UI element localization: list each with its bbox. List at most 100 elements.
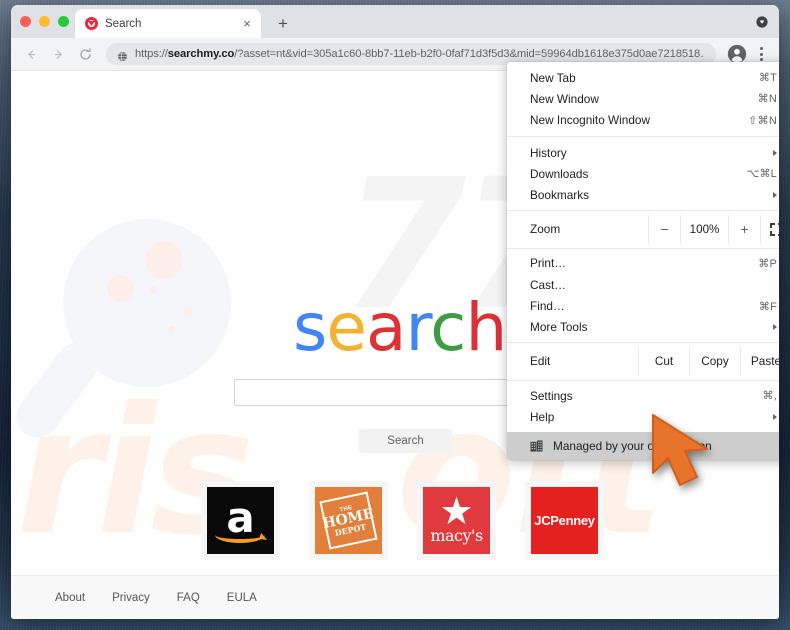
macys-logo-icon: ★ macy's	[423, 487, 490, 554]
orange-arrow-cursor	[647, 411, 725, 497]
menu-item-label: Cast…	[530, 277, 567, 292]
menu-item-cast[interactable]: Cast…	[507, 274, 779, 295]
magnifier-bubble	[149, 286, 157, 294]
submenu-arrow-icon	[773, 149, 777, 156]
tile-amazon[interactable]: a	[201, 481, 280, 560]
menu-item-shortcut: ⌘F	[758, 300, 777, 313]
zoom-out-button[interactable]: −	[648, 214, 680, 244]
logo-letter-5: h	[465, 289, 507, 366]
magnifier-bubble	[168, 326, 175, 333]
menu-item-shortcut: ⌘N	[757, 93, 777, 106]
jcpenney-logo-icon: JCPenney	[531, 487, 598, 554]
window-maximize-button[interactable]	[58, 16, 69, 27]
menu-item-shortcut: ⌘P	[758, 257, 777, 270]
star-icon: ★	[439, 490, 474, 533]
search-button[interactable]: Search	[359, 429, 452, 453]
menu-item-settings[interactable]: Settings ⌘,	[507, 385, 779, 406]
tab-strip: Search × +	[11, 5, 779, 38]
submenu-arrow-icon	[773, 192, 777, 199]
search-favicon-icon	[85, 17, 98, 30]
paste-button[interactable]: Paste	[740, 346, 779, 376]
menu-item-label: New Tab	[530, 70, 576, 85]
menu-item-new-incognito-window[interactable]: New Incognito Window ⇧⌘N	[507, 110, 779, 131]
close-icon[interactable]: ×	[239, 16, 255, 32]
menu-edit-row: Edit Cut Copy Paste	[507, 346, 779, 376]
zoom-label: Zoom	[530, 222, 561, 237]
amazon-logo-icon: a	[207, 487, 274, 554]
zoom-level-value: 100%	[680, 214, 728, 244]
menu-item-managed-by-organisation[interactable]: Managed by your organisation	[507, 431, 779, 460]
back-arrow-icon[interactable]	[19, 42, 43, 66]
logo-letter-2: a	[366, 289, 406, 366]
tile-home-depot[interactable]: THE HOME DEPOT	[309, 481, 388, 560]
browser-tab[interactable]: Search ×	[75, 9, 261, 38]
menu-item-print[interactable]: Print… ⌘P	[507, 253, 779, 274]
menu-item-more-tools[interactable]: More Tools	[507, 317, 779, 338]
menu-item-label: New Window	[530, 91, 599, 106]
menu-item-shortcut: ⌥⌘L	[746, 168, 777, 181]
menu-item-label: Settings	[530, 388, 573, 403]
site-logo: search	[293, 295, 507, 361]
menu-item-label: History	[530, 145, 567, 160]
menu-item-new-window[interactable]: New Window ⌘N	[507, 88, 779, 109]
magnifier-bubble	[107, 275, 134, 302]
menu-item-label: Bookmarks	[530, 188, 590, 203]
page-footer: About Privacy FAQ EULA	[11, 575, 779, 619]
url-scheme: https://	[135, 48, 168, 60]
browser-window: Search × + https://searchmy.co/?asset=nt…	[11, 5, 779, 619]
magnifier-bubble	[183, 307, 193, 317]
shortcut-tiles: a THE HOME DEPOT ★ macy's JCPenney	[201, 481, 604, 560]
zoom-in-button[interactable]: +	[728, 214, 760, 244]
fullscreen-button[interactable]	[760, 214, 779, 244]
reload-icon[interactable]	[73, 42, 97, 66]
menu-separator	[507, 135, 779, 137]
footer-link-about[interactable]: About	[55, 592, 85, 604]
logo-letter-4: c	[430, 289, 466, 366]
logo-letter-3: r	[405, 289, 431, 366]
home-depot-box: THE HOME DEPOT	[319, 491, 378, 550]
macys-wordmark: macy's	[430, 526, 483, 546]
window-minimize-button[interactable]	[39, 16, 50, 27]
menu-item-shortcut: ⇧⌘N	[748, 114, 777, 127]
menu-separator	[507, 247, 779, 249]
logo-letter-1: e	[326, 289, 367, 366]
url-path: /?asset=nt&vid=305a1c60-8bb7-11eb-b2f0-0…	[234, 48, 705, 60]
forward-arrow-icon[interactable]	[46, 42, 70, 66]
edit-label: Edit	[530, 354, 551, 369]
menu-item-downloads[interactable]: Downloads ⌥⌘L	[507, 163, 779, 184]
menu-item-label: More Tools	[530, 320, 588, 335]
new-tab-button[interactable]: +	[273, 13, 293, 33]
footer-link-faq[interactable]: FAQ	[177, 592, 200, 604]
jcpenney-wordmark: JCPenney	[534, 513, 595, 528]
menu-item-bookmarks[interactable]: Bookmarks	[507, 184, 779, 205]
footer-link-eula[interactable]: EULA	[227, 592, 257, 604]
amazon-smile-icon	[215, 527, 265, 543]
menu-item-shortcut: ⌘,	[762, 390, 777, 403]
submenu-arrow-icon	[773, 413, 777, 420]
tile-jcpenney[interactable]: JCPenney	[525, 481, 604, 560]
menu-item-shortcut: ⌘T	[758, 72, 777, 85]
footer-link-privacy[interactable]: Privacy	[112, 592, 150, 604]
menu-item-help[interactable]: Help	[507, 406, 779, 427]
magnifier-bubble	[145, 241, 183, 279]
menu-zoom-row: Zoom −100% +	[507, 214, 779, 244]
globe-icon	[117, 49, 128, 61]
tab-search-icon[interactable]	[754, 14, 769, 29]
home-depot-logo-icon: THE HOME DEPOT	[315, 487, 382, 554]
menu-item-history[interactable]: History	[507, 142, 779, 163]
copy-button[interactable]: Copy	[689, 346, 740, 376]
menu-item-label: New Incognito Window	[530, 113, 650, 128]
organisation-building-icon	[530, 440, 543, 452]
menu-separator	[507, 209, 779, 211]
chrome-main-menu: New Tab ⌘T New Window ⌘N New Incognito Windo…	[507, 62, 779, 460]
tile-macys[interactable]: ★ macy's	[417, 481, 496, 560]
cut-button[interactable]: Cut	[638, 346, 689, 376]
menu-separator	[507, 341, 779, 343]
menu-item-label: Print…	[530, 256, 567, 271]
url-host: searchmy.co	[167, 48, 235, 60]
submenu-arrow-icon	[773, 324, 777, 331]
menu-item-label: Downloads	[530, 166, 589, 181]
menu-item-find[interactable]: Find… ⌘F	[507, 295, 779, 316]
menu-item-new-tab[interactable]: New Tab ⌘T	[507, 67, 779, 88]
window-close-button[interactable]	[20, 16, 31, 27]
